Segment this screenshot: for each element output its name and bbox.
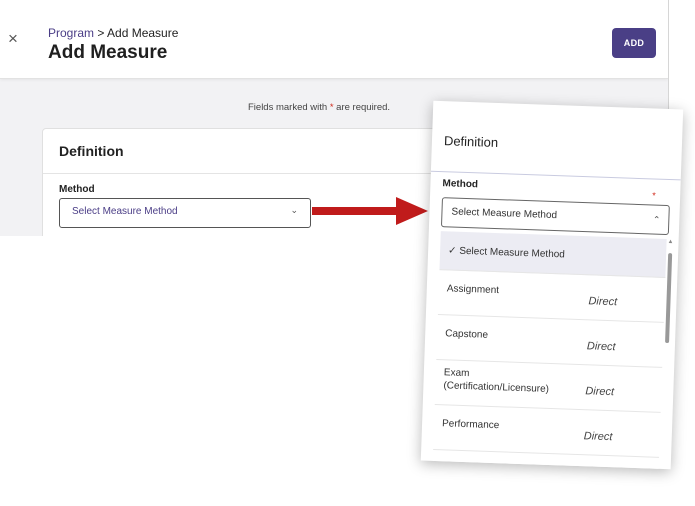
option-type: Direct — [588, 295, 618, 309]
option-label: Exam (Certification/Licensure) — [443, 367, 550, 395]
chevron-up-icon: ⌃ — [652, 214, 661, 225]
required-note-prefix: Fields marked with — [248, 102, 330, 113]
inset-method-select[interactable]: Select Measure Method ⌃ — [440, 197, 670, 236]
callout-arrow — [312, 197, 428, 225]
option-capstone[interactable]: Capstone Direct — [436, 315, 664, 368]
arrow-shaft — [312, 207, 398, 215]
option-type: Direct — [586, 340, 616, 354]
inset-section-title: Definition — [443, 133, 499, 151]
inset-select-value: Select Measure Method — [451, 206, 558, 222]
arrow-head — [396, 197, 428, 225]
scroll-up-icon: ▲ — [667, 239, 674, 246]
method-select[interactable]: Select Measure Method ⌄ — [59, 198, 311, 228]
method-label: Method — [59, 184, 95, 195]
option-performance[interactable]: Performance Direct — [433, 404, 661, 458]
option-type: Direct — [583, 430, 613, 444]
zoomed-dropdown-inset: Definition Method * Select Measure Metho… — [420, 100, 684, 470]
option-label: ✓ Select Measure Method — [447, 245, 566, 261]
option-label: Assignment — [446, 283, 500, 297]
divider — [43, 173, 463, 174]
option-assignment[interactable]: Assignment Direct — [437, 270, 666, 323]
option-label: Capstone — [445, 328, 489, 341]
option-label: Performance — [441, 418, 500, 432]
page-title: Add Measure — [48, 42, 168, 63]
scrollbar-thumb[interactable] — [665, 253, 673, 344]
method-options-list: ✓ Select Measure Method Assignment Direc… — [432, 231, 667, 470]
page-header: × Program > Add Measure Add Measure ADD — [0, 0, 668, 79]
breadcrumb-program-link[interactable]: Program — [48, 26, 94, 40]
breadcrumb-current: Add Measure — [107, 26, 179, 40]
required-note-suffix: are required. — [333, 102, 391, 113]
close-icon[interactable]: × — [8, 30, 18, 47]
inset-header: Definition — [430, 100, 684, 181]
required-fields-note: Fields marked with * are required. — [248, 102, 390, 113]
chevron-down-icon: ⌄ — [290, 205, 298, 215]
add-button[interactable]: ADD — [612, 28, 656, 58]
inset-method-label: Method — [442, 178, 479, 191]
breadcrumb: Program > Add Measure — [48, 26, 178, 40]
definition-section-title: Definition — [59, 143, 124, 159]
method-select-value: Select Measure Method — [72, 206, 178, 217]
breadcrumb-separator: > — [94, 26, 108, 40]
option-type: Direct — [585, 385, 615, 399]
option-exam[interactable]: Exam (Certification/Licensure) Direct — [434, 360, 663, 413]
inset-required-star: * — [652, 190, 656, 201]
